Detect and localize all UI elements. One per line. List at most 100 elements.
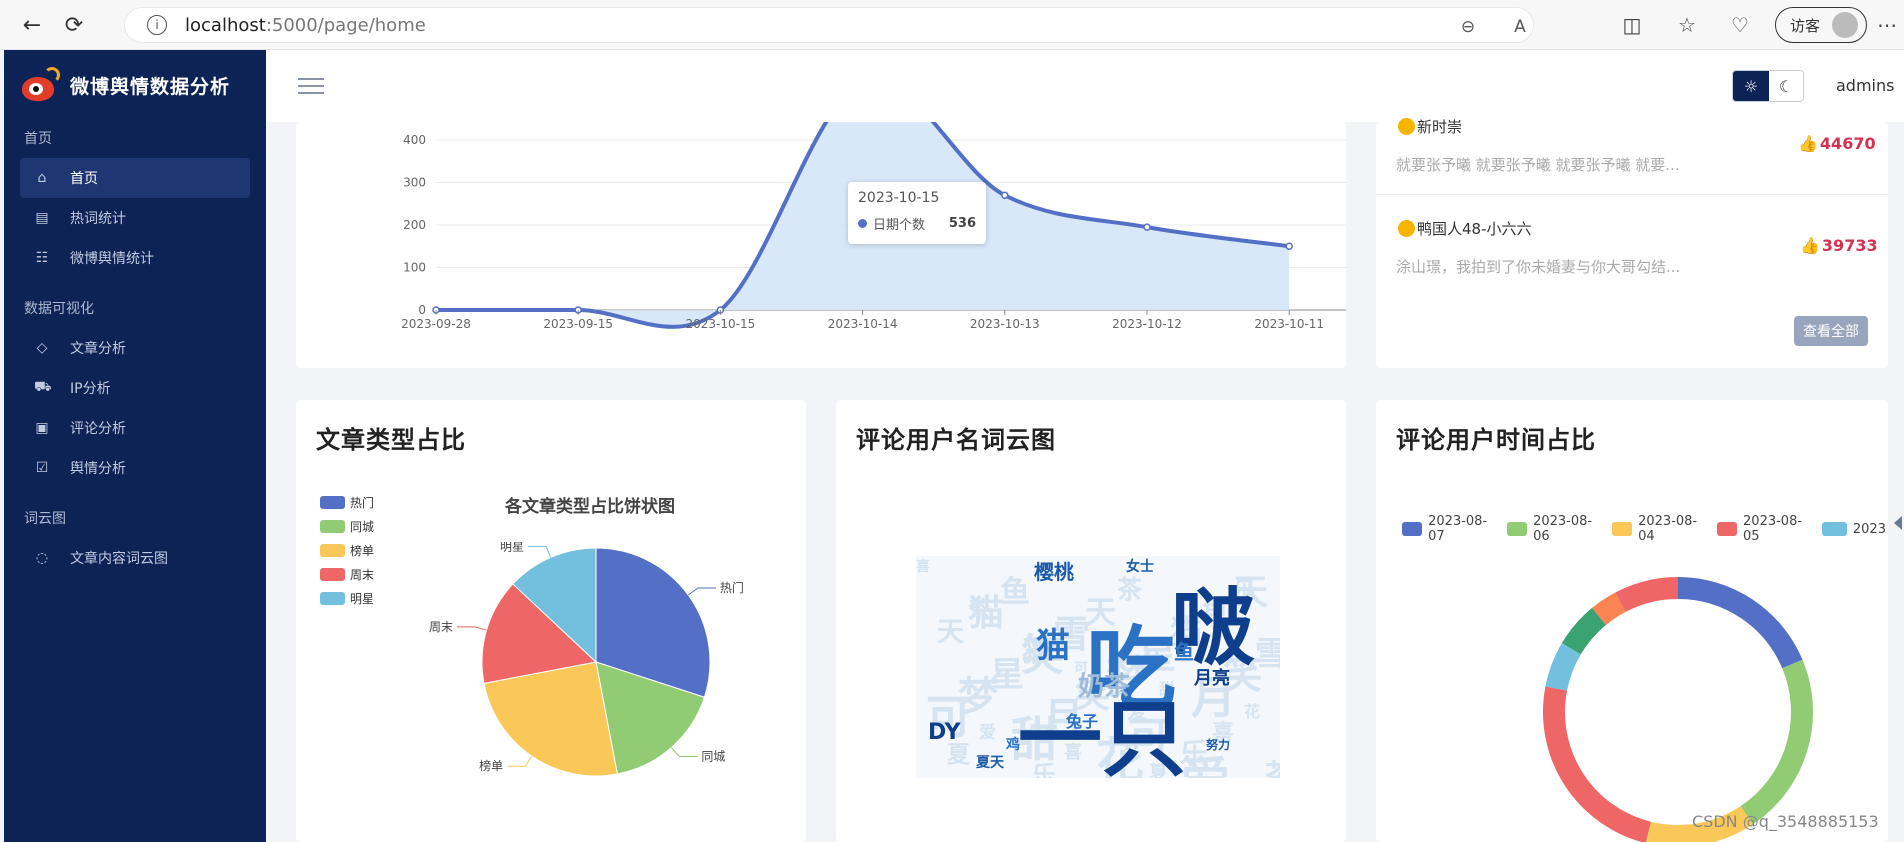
data-point	[1285, 242, 1293, 250]
sidebar-item[interactable]: ▤ 热词统计	[20, 198, 250, 238]
sidebar-item[interactable]: ▣ 评论分析	[20, 408, 250, 448]
donut-segment	[1740, 659, 1813, 825]
sidebar-item[interactable]: ◇ 文章分析	[20, 328, 250, 368]
donut-chart[interactable]	[1376, 552, 1888, 842]
y-tick-label: 200	[403, 218, 426, 232]
like-count: 👍 44670	[1798, 134, 1876, 153]
cloud-word: 茶	[1265, 758, 1280, 778]
clipboard-icon: ☑	[35, 460, 49, 476]
avatar	[1832, 12, 1859, 38]
pie-label: 明星	[500, 542, 524, 553]
sun-icon[interactable]: ☼	[1733, 71, 1769, 101]
list-item-user[interactable]: 鸭国人48-小六六	[1398, 218, 1532, 239]
favorites-icon[interactable]: ☆	[1672, 10, 1702, 40]
menu-toggle-icon[interactable]	[298, 73, 324, 99]
read-aloud-icon[interactable]: A	[1507, 17, 1533, 37]
legend-item[interactable]: 2023-08-04	[1611, 514, 1699, 544]
divider	[1376, 194, 1888, 195]
legend-item[interactable]: 同城	[320, 514, 374, 538]
donut-segment	[1592, 592, 1626, 626]
label-line	[457, 626, 487, 631]
cloud-word: DY	[928, 720, 961, 745]
zoom-icon[interactable]: ⊖	[1455, 17, 1481, 37]
profile-button[interactable]: 访客	[1775, 7, 1867, 43]
legend-label: 2023-08-07	[1428, 514, 1488, 544]
tooltip-date: 2023-10-15	[858, 190, 940, 206]
users-icon: ☷	[35, 250, 49, 266]
card-title: 评论用户名词云图	[856, 426, 1056, 454]
weibo-logo-icon	[20, 67, 60, 103]
legend-label: 2023-08-04	[1638, 514, 1698, 544]
split-screen-icon[interactable]: ◫	[1617, 10, 1647, 40]
sidebar-item[interactable]: ☑ 舆情分析	[20, 448, 250, 488]
cloud-word: 鱼	[1000, 575, 1030, 610]
legend-scroll-icon[interactable]	[1894, 516, 1902, 530]
legend-item[interactable]: 2023	[1821, 514, 1886, 544]
thumbs-up-icon: 👍	[1800, 236, 1820, 255]
chart-tooltip: 2023-10-15 日期个数 536	[848, 182, 986, 244]
label-line	[687, 587, 716, 596]
sidebar-item-label: 首页	[70, 171, 98, 187]
legend-label: 热门	[350, 495, 375, 510]
sidebar-item-label: 热词统计	[70, 211, 126, 227]
sidebar-item[interactable]: ⛟ IP分析	[20, 368, 250, 408]
x-tick-label: 2023-10-11	[1254, 317, 1324, 331]
cloud-word: 喜	[916, 559, 930, 575]
label-line	[527, 545, 552, 558]
view-all-button[interactable]: 查看全部	[1794, 316, 1868, 346]
cart-icon: ⛟	[34, 379, 52, 395]
legend-item[interactable]: 热门	[320, 490, 374, 514]
health-icon[interactable]: ♡	[1725, 10, 1755, 40]
sidebar-item[interactable]: ☷ 微博舆情统计	[20, 238, 250, 278]
sidebar-item-label: IP分析	[70, 381, 111, 397]
list-item-user[interactable]: 新时崇	[1398, 116, 1462, 137]
cloud-word: 女士	[1126, 559, 1154, 575]
x-tick-label: 2023-09-28	[401, 317, 471, 331]
legend-item[interactable]: 2023-08-06	[1506, 514, 1594, 544]
y-tick-label: 300	[403, 176, 426, 190]
address-bar[interactable]: i localhost:5000/page/home ⊖ A	[124, 7, 1534, 43]
word-cloud: 喜茶猫笑可爱乐天星月花夏鱼雪梦甜喜茶猫笑可爱乐天星月花夏鱼雪梦甜喜茶猫笑可爱乐天…	[916, 556, 1280, 778]
info-icon[interactable]: i	[147, 15, 167, 35]
table-icon: ▤	[35, 210, 49, 226]
label-line	[671, 747, 698, 758]
x-tick-label: 2023-10-14	[828, 317, 898, 331]
tooltip-dot	[858, 219, 867, 228]
watermark: CSDN @q_3548885153	[1692, 812, 1879, 831]
sidebar-item[interactable]: ⌂ 首页	[20, 158, 250, 198]
pie-label: 周末	[429, 620, 453, 634]
refresh-icon[interactable]: ⟳	[54, 5, 94, 45]
more-icon[interactable]: ⋯	[1872, 10, 1902, 40]
image-icon: ▣	[35, 420, 49, 436]
cloud-word: 兔子	[1066, 712, 1099, 731]
legend-item[interactable]: 2023-08-05	[1716, 514, 1804, 544]
tooltip-series: 日期个数	[873, 218, 926, 233]
card-title: 文章类型占比	[316, 426, 466, 454]
sidebar-item[interactable]: ◌ 文章内容词云图	[20, 538, 250, 578]
emoji-icon	[1398, 118, 1415, 135]
line-chart[interactable]: 0 100 200 300 400 2023-09-28 2023-09-15 2023-10…	[296, 122, 1346, 368]
sidebar-item-label: 文章分析	[70, 341, 126, 357]
tooltip-value: 536	[948, 216, 976, 231]
thumbs-up-icon: 👍	[1798, 134, 1818, 153]
cloud-word: 天	[937, 617, 964, 648]
profile-label: 访客	[1790, 16, 1821, 35]
theme-switch[interactable]: ☼ ☾	[1732, 70, 1804, 102]
legend-item[interactable]: 2023-08-07	[1402, 514, 1489, 544]
cloud-word: 猫	[968, 593, 1005, 634]
brand[interactable]: 微博舆情数据分析	[4, 50, 266, 120]
pie-chart[interactable]: 热门同城榜单 周末 明星	[296, 542, 806, 842]
donut-segment	[1545, 643, 1581, 692]
pie-chart-title: 各文章类型占比饼状图	[505, 497, 675, 517]
sidebar-item-label: 文章内容词云图	[70, 551, 168, 567]
home-icon: ⌂	[37, 170, 47, 186]
legend-label: 2023-08-05	[1743, 514, 1803, 544]
cloud-word: 奶茶	[1078, 672, 1131, 702]
user-name[interactable]: admins	[1836, 76, 1894, 95]
moon-icon[interactable]: ☾	[1769, 71, 1803, 101]
line-chart-card: 0 100 200 300 400 2023-09-28 2023-09-15 2023-10…	[296, 122, 1346, 368]
cloud-word: 努力	[1206, 738, 1231, 752]
legend-swatch	[1611, 522, 1633, 536]
back-icon[interactable]: ←	[12, 5, 52, 45]
sidebar-item-label: 评论分析	[70, 421, 126, 437]
